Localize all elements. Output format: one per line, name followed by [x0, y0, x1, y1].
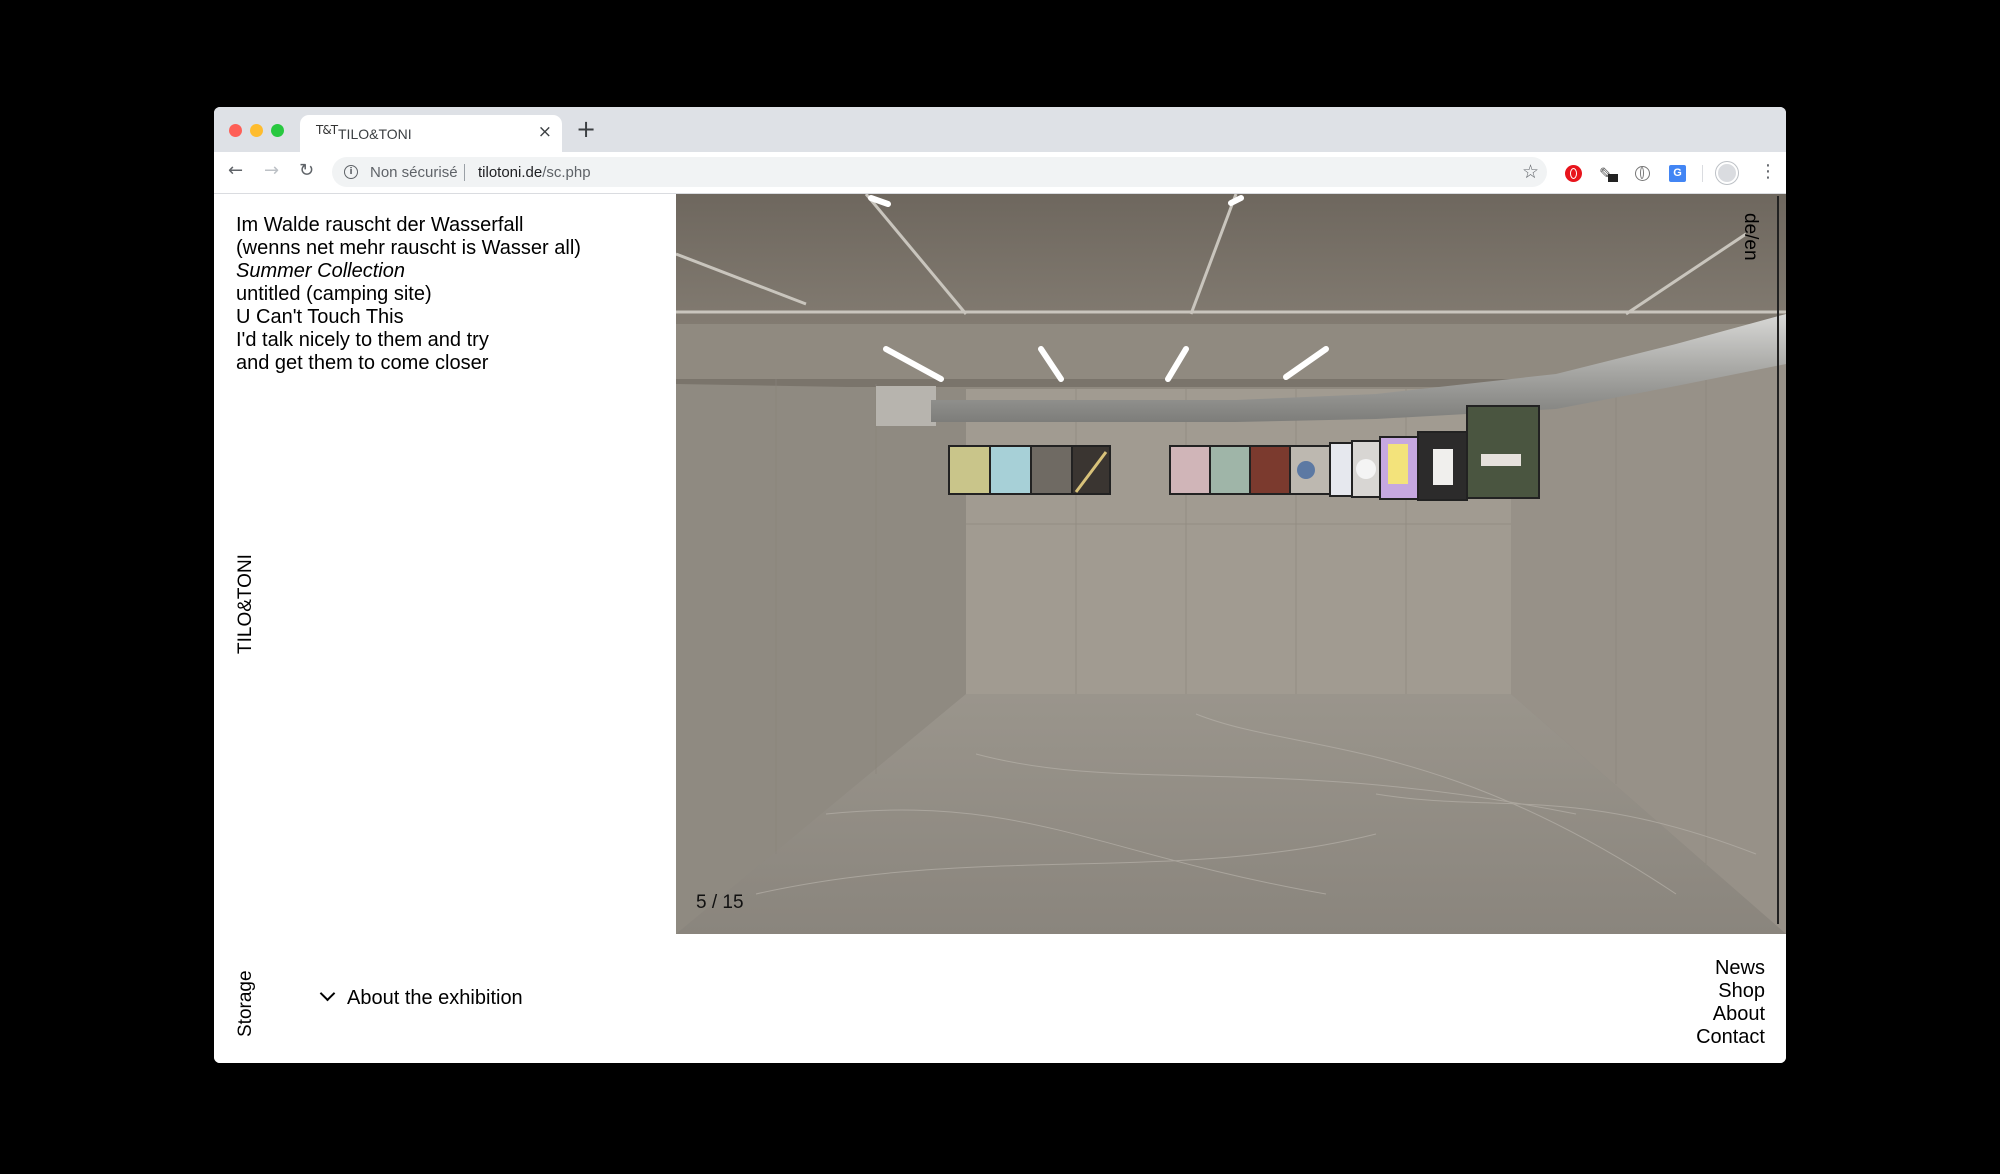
browser-toolbar: ← → ↻ i Non sécurisé tilotoni.de/sc.php … — [214, 152, 1786, 194]
exhibition-title[interactable]: I'd talk nicely to them and try — [236, 329, 581, 352]
minimize-window-button[interactable] — [250, 124, 263, 137]
site-nav: News Shop About Contact — [1696, 957, 1765, 1049]
back-arrow-icon[interactable]: ← — [228, 160, 243, 181]
gallery-scroll-indicator[interactable] — [1777, 196, 1779, 924]
globe-extension-icon[interactable] — [1635, 166, 1650, 181]
bookmark-star-icon[interactable]: ☆ — [1522, 161, 1539, 183]
reload-icon[interactable]: ↻ — [299, 160, 314, 181]
info-icon[interactable]: i — [344, 165, 358, 179]
new-tab-button[interactable]: + — [576, 117, 596, 141]
url-divider — [464, 164, 465, 181]
exhibition-title[interactable]: Summer Collection — [236, 260, 581, 283]
brand-logo[interactable]: TILO&TONI — [235, 554, 257, 654]
exhibition-title[interactable]: (wenns net mehr rauscht is Wasser all) — [236, 237, 581, 260]
about-exhibition-label: About the exhibition — [347, 987, 523, 1009]
nav-item-shop[interactable]: Shop — [1696, 980, 1765, 1003]
nav-item-news[interactable]: News — [1696, 957, 1765, 980]
section-label[interactable]: Storage — [235, 970, 257, 1037]
nav-item-about[interactable]: About — [1696, 1003, 1765, 1026]
exhibition-title[interactable]: and get them to come closer — [236, 352, 581, 375]
tab-strip: T&T TILO&TONI × + — [214, 107, 1786, 152]
url-path: /sc.php — [542, 164, 591, 181]
eyedropper-extension-icon[interactable]: ✎ — [1599, 164, 1618, 183]
close-icon[interactable]: × — [538, 122, 552, 142]
url-domain: tilotoni.de — [478, 164, 543, 181]
browser-window: T&T TILO&TONI × + ← → ↻ i Non sécurisé t… — [214, 107, 1786, 1063]
gallery-image[interactable]: 5 / 15 — [676, 194, 1786, 934]
page-viewport: Im Walde rauscht der Wasserfall (wenns ne… — [214, 194, 1786, 1063]
translate-extension-icon[interactable]: G — [1669, 165, 1686, 182]
maximize-window-button[interactable] — [271, 124, 284, 137]
tab-title: TILO&TONI — [338, 126, 412, 142]
menu-dots-icon[interactable]: ⋮ — [1759, 161, 1777, 182]
opera-extension-icon[interactable] — [1565, 165, 1582, 182]
exhibition-title[interactable]: U Can't Touch This — [236, 306, 581, 329]
slide-counter: 5 / 15 — [696, 892, 744, 913]
forward-arrow-icon[interactable]: → — [264, 160, 279, 181]
close-window-button[interactable] — [229, 124, 242, 137]
nav-item-contact[interactable]: Contact — [1696, 1026, 1765, 1049]
url-text[interactable]: tilotoni.de/sc.php — [478, 164, 591, 181]
address-bar[interactable]: i Non sécurisé tilotoni.de/sc.php ☆ — [332, 157, 1547, 187]
toolbar-divider — [1702, 165, 1703, 182]
exhibition-title[interactable]: untitled (camping site) — [236, 283, 581, 306]
about-exhibition-toggle[interactable]: About the exhibition — [319, 985, 523, 1010]
exhibition-photo — [676, 194, 1786, 934]
profile-avatar-icon[interactable] — [1716, 162, 1738, 184]
favicon-icon: T&T — [316, 123, 338, 137]
security-label[interactable]: Non sécurisé — [370, 164, 458, 181]
chevron-down-icon — [319, 985, 336, 1002]
active-tab[interactable]: T&T TILO&TONI × — [300, 115, 562, 152]
language-toggle[interactable]: de/en — [1739, 213, 1761, 261]
exhibition-title-list: Im Walde rauscht der Wasserfall (wenns ne… — [236, 214, 581, 375]
exhibition-title[interactable]: Im Walde rauscht der Wasserfall — [236, 214, 581, 237]
